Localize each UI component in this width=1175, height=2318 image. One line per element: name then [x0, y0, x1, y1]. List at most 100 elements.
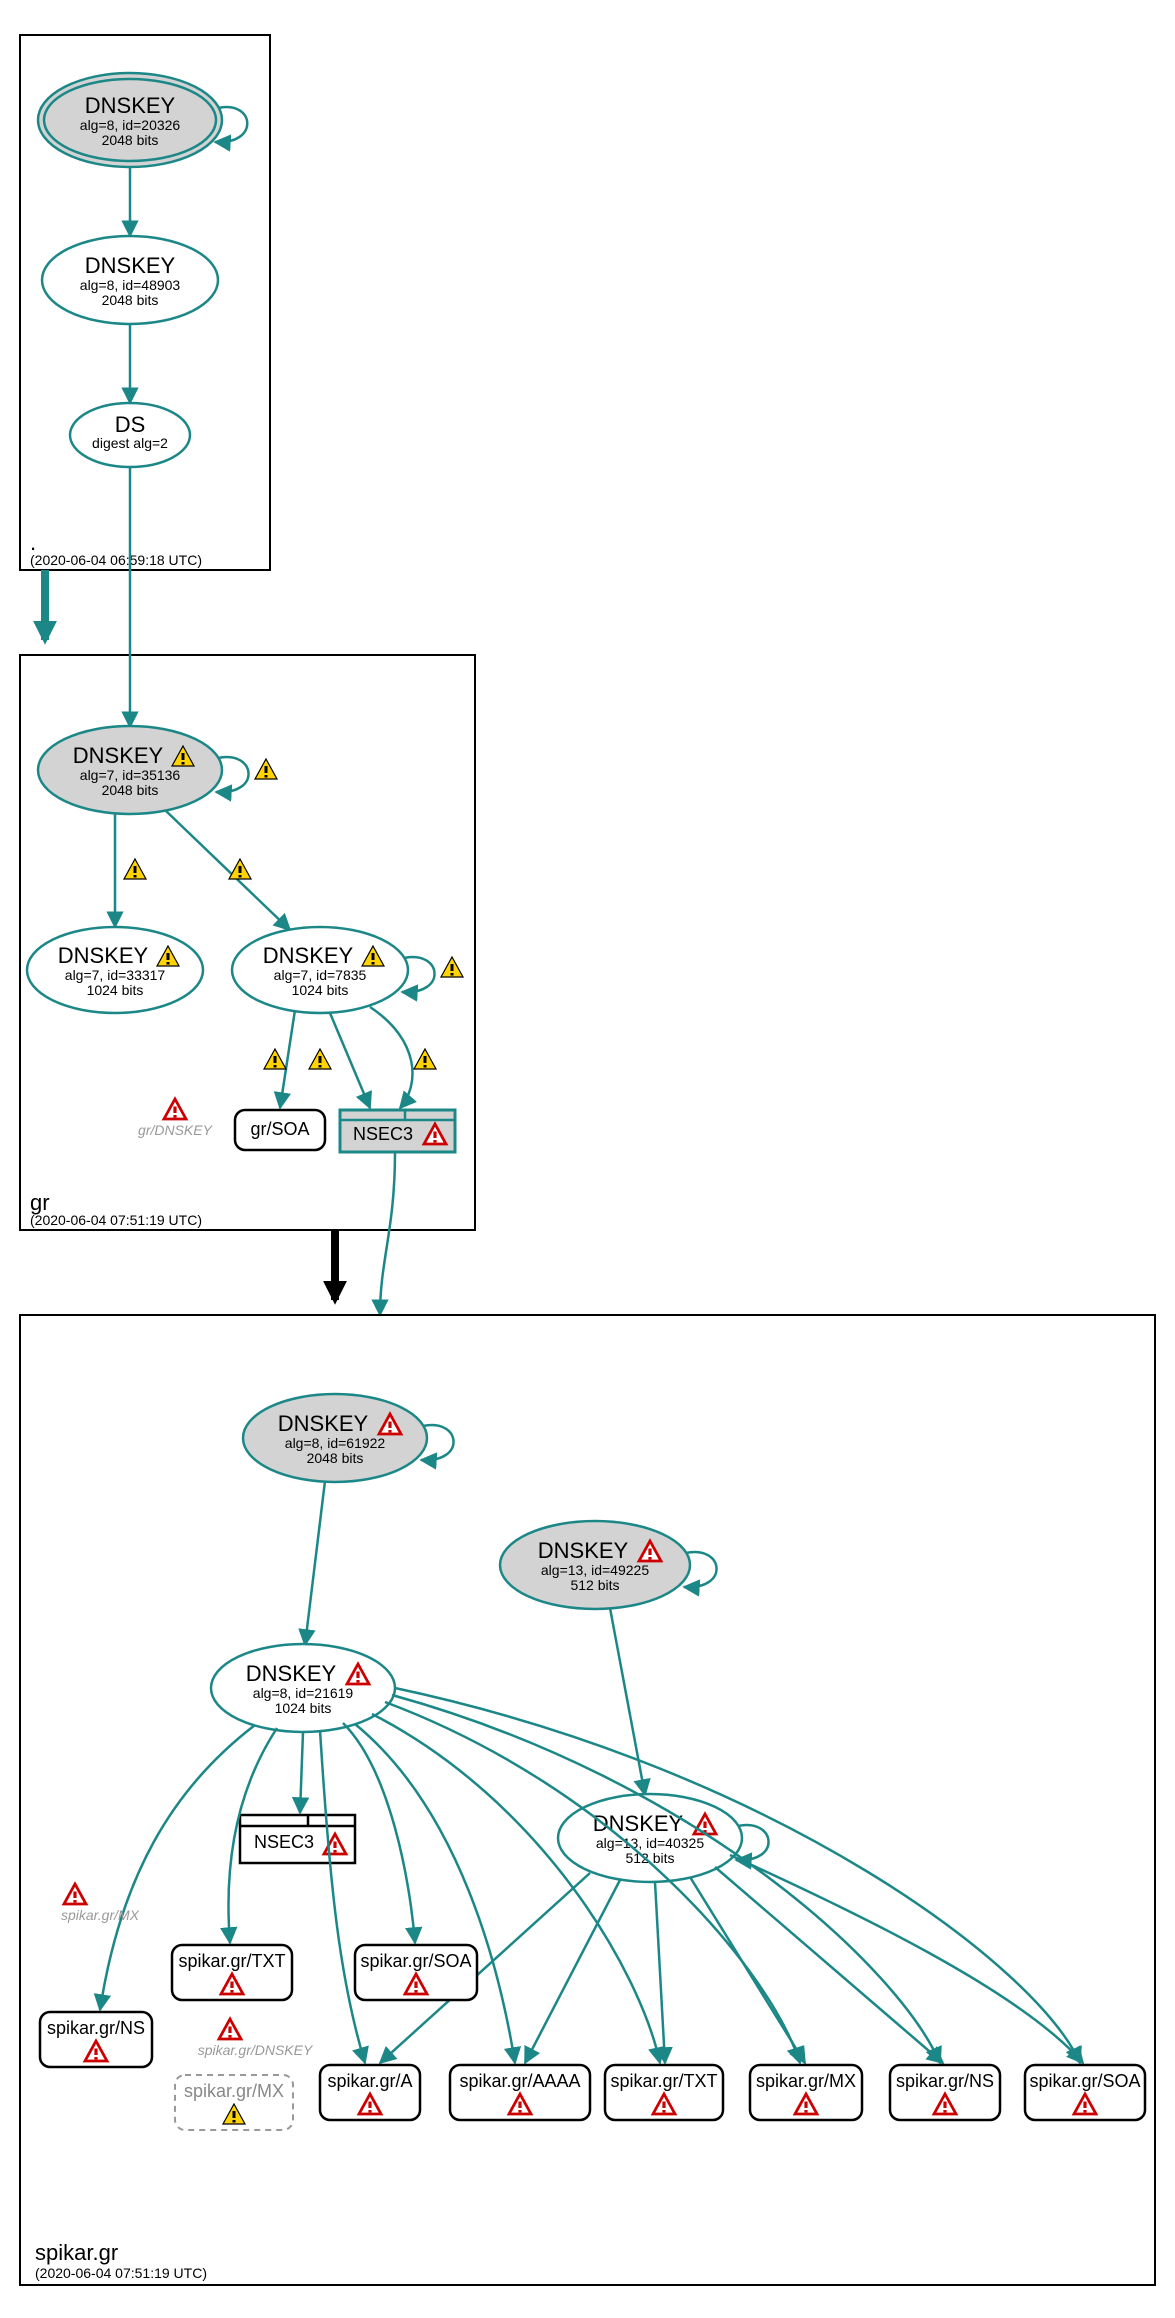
node-sp-soa-b: spikar.gr/SOA: [1025, 2065, 1145, 2120]
edge-zsk1-mx-b: [385, 1702, 800, 2063]
zone-gr: gr (2020-06-04 07:51:19 UTC) DNSKEY alg=…: [20, 467, 475, 1230]
error-icon: [64, 1884, 86, 1904]
node-sp-mx-dashed: spikar.gr/MX: [175, 2075, 293, 2130]
svg-text:DNSKEY: DNSKEY: [85, 93, 176, 118]
zone-root-ts: (2020-06-04 06:59:18 UTC): [30, 552, 202, 568]
zone-spikar-name: spikar.gr: [35, 2240, 118, 2265]
svg-text:2048 bits: 2048 bits: [102, 292, 159, 308]
node-root-ds: DS digest alg=2: [70, 403, 190, 467]
edge-spksk1-zsk1: [305, 1481, 325, 1645]
svg-text:alg=7, id=35136: alg=7, id=35136: [80, 767, 181, 783]
warning-icon: [264, 1049, 286, 1069]
node-sp-aaaa: spikar.gr/AAAA: [450, 2065, 590, 2120]
svg-text:spikar.gr/MX: spikar.gr/MX: [184, 2081, 284, 2101]
svg-text:spikar.gr/AAAA: spikar.gr/AAAA: [459, 2071, 580, 2091]
warning-icon: [309, 1049, 331, 1069]
svg-text:spikar.gr/NS: spikar.gr/NS: [47, 2018, 145, 2038]
svg-text:NSEC3: NSEC3: [254, 1832, 314, 1852]
node-root-ksk: DNSKEY alg=8, id=20326 2048 bits: [38, 73, 222, 167]
node-gr-zsk2: DNSKEY alg=7, id=7835 1024 bits: [232, 927, 408, 1013]
svg-text:DNSKEY: DNSKEY: [263, 943, 354, 968]
svg-text:digest alg=2: digest alg=2: [92, 435, 168, 451]
edge-zsk2-soa: [280, 1010, 295, 1108]
svg-text:alg=8, id=20326: alg=8, id=20326: [80, 117, 181, 133]
svg-text:512 bits: 512 bits: [570, 1577, 619, 1593]
svg-text:1024 bits: 1024 bits: [275, 1700, 332, 1716]
svg-text:spikar.gr/TXT: spikar.gr/TXT: [178, 1951, 285, 1971]
edge-zsk2-mx: [690, 1877, 805, 2063]
node-sp-ksk1: DNSKEY alg=8, id=61922 2048 bits: [243, 1394, 427, 1482]
node-gr-soa: gr/SOA: [235, 1110, 325, 1150]
svg-text:alg=8, id=21619: alg=8, id=21619: [253, 1685, 354, 1701]
node-sp-ksk2: DNSKEY alg=13, id=49225 512 bits: [500, 1521, 690, 1609]
svg-text:spikar.gr/DNSKEY: spikar.gr/DNSKEY: [198, 2042, 314, 2058]
node-sp-soa-a: spikar.gr/SOA: [355, 1945, 477, 2000]
svg-text:DNSKEY: DNSKEY: [593, 1811, 684, 1836]
node-sp-zsk1: DNSKEY alg=8, id=21619 1024 bits: [211, 1644, 395, 1732]
node-sp-mx-ghost: spikar.gr/MX: [61, 1884, 140, 1923]
svg-text:DNSKEY: DNSKEY: [85, 253, 176, 278]
svg-text:spikar.gr/TXT: spikar.gr/TXT: [610, 2071, 717, 2091]
error-icon: [164, 1099, 186, 1119]
svg-text:1024 bits: 1024 bits: [292, 982, 349, 998]
warning-icon: [441, 957, 463, 977]
warning-icon: [229, 859, 251, 879]
warning-icon: [255, 759, 277, 779]
edge-zsk1-nsec3: [300, 1732, 303, 1813]
node-sp-ns-b: spikar.gr/NS: [890, 2065, 1000, 2120]
edge-zsk1-a: [320, 1730, 365, 2063]
edge-spksk2-zsk2: [610, 1608, 645, 1795]
svg-text:spikar.gr/SOA: spikar.gr/SOA: [1029, 2071, 1140, 2091]
edge-zsk2-nsec3-2: [370, 1007, 412, 1108]
svg-text:spikar.gr/A: spikar.gr/A: [327, 2071, 412, 2091]
svg-text:gr/DNSKEY: gr/DNSKEY: [138, 1122, 214, 1138]
warning-icon: [414, 1049, 436, 1069]
node-sp-zsk2: DNSKEY alg=13, id=40325 512 bits: [558, 1794, 742, 1882]
svg-text:DS: DS: [115, 412, 146, 437]
svg-text:spikar.gr/SOA: spikar.gr/SOA: [360, 1951, 471, 1971]
node-sp-a: spikar.gr/A: [320, 2065, 420, 2120]
svg-text:NSEC3: NSEC3: [353, 1124, 413, 1144]
svg-text:alg=13, id=49225: alg=13, id=49225: [541, 1562, 649, 1578]
node-sp-mx-b: spikar.gr/MX: [750, 2065, 862, 2120]
svg-text:alg=8, id=61922: alg=8, id=61922: [285, 1435, 386, 1451]
warning-icon: [124, 859, 146, 879]
svg-text:spikar.gr/NS: spikar.gr/NS: [896, 2071, 994, 2091]
svg-text:alg=13, id=40325: alg=13, id=40325: [596, 1835, 704, 1851]
edge-grksk-zsk2: [165, 810, 290, 930]
node-sp-txt-a: spikar.gr/TXT: [172, 1945, 292, 2000]
node-gr-zsk1: DNSKEY alg=7, id=33317 1024 bits: [27, 927, 203, 1013]
dnssec-graph: . (2020-06-04 06:59:18 UTC) DNSKEY alg=8…: [0, 0, 1175, 2318]
svg-text:2048 bits: 2048 bits: [307, 1450, 364, 1466]
svg-text:alg=8, id=48903: alg=8, id=48903: [80, 277, 181, 293]
zone-root: . (2020-06-04 06:59:18 UTC) DNSKEY alg=8…: [20, 35, 270, 570]
node-sp-dnskey-ghost: spikar.gr/DNSKEY: [198, 2019, 314, 2058]
node-gr-nsec3: NSEC3: [340, 1110, 455, 1152]
node-sp-nsec3: NSEC3: [240, 1815, 355, 1863]
node-root-zsk: DNSKEY alg=8, id=48903 2048 bits: [42, 236, 218, 324]
edge-zsk2-aaaa: [525, 1880, 620, 2063]
svg-text:DNSKEY: DNSKEY: [246, 1661, 337, 1686]
svg-text:spikar.gr/MX: spikar.gr/MX: [756, 2071, 856, 2091]
svg-text:DNSKEY: DNSKEY: [538, 1538, 629, 1563]
edge-zsk1-soa-b: [395, 1688, 1080, 2063]
svg-text:1024 bits: 1024 bits: [87, 982, 144, 998]
node-gr-ksk: DNSKEY alg=7, id=35136 2048 bits: [38, 726, 222, 814]
svg-text:alg=7, id=7835: alg=7, id=7835: [274, 967, 367, 983]
zone-spikar: spikar.gr (2020-06-04 07:51:19 UTC) DNSK…: [20, 1315, 1155, 2285]
edge-zsk2-ns: [715, 1867, 943, 2063]
node-sp-txt-b: spikar.gr/TXT: [605, 2065, 723, 2120]
svg-text:spikar.gr/MX: spikar.gr/MX: [61, 1907, 140, 1923]
edge-zsk2-nsec3-1: [330, 1013, 370, 1108]
zone-spikar-ts: (2020-06-04 07:51:19 UTC): [35, 2265, 207, 2281]
svg-text:2048 bits: 2048 bits: [102, 782, 159, 798]
svg-text:DNSKEY: DNSKEY: [278, 1411, 369, 1436]
svg-text:2048 bits: 2048 bits: [102, 132, 159, 148]
node-sp-ns-a: spikar.gr/NS: [40, 2012, 152, 2067]
edge-zsk2-txt: [655, 1882, 665, 2063]
svg-text:DNSKEY: DNSKEY: [58, 943, 149, 968]
edge-nsec3-spikar: [380, 1152, 395, 1315]
error-icon: [219, 2019, 241, 2039]
node-gr-dnskey-ghost: gr/DNSKEY: [138, 1099, 214, 1138]
svg-text:alg=7, id=33317: alg=7, id=33317: [65, 967, 166, 983]
